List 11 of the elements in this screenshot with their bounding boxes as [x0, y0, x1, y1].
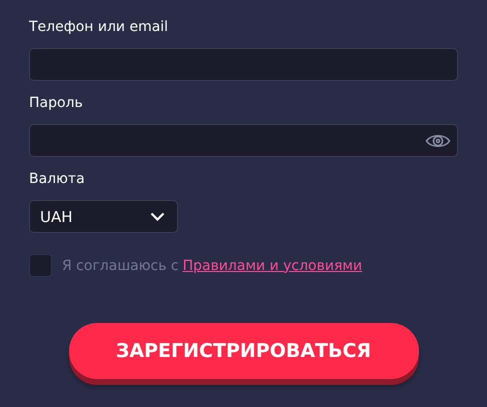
field-label: Пароль: [29, 94, 84, 113]
password-field[interactable]: [29, 124, 458, 157]
agreement-text: Я соглашаюсь с: [62, 258, 179, 274]
checkbox[interactable]: [29, 254, 52, 277]
field-label: Телефон или email: [29, 18, 170, 37]
input-field[interactable]: [29, 48, 458, 81]
terms-link[interactable]: Правилами и условиями: [182, 258, 362, 274]
register-button[interactable]: ЗАРЕГИСТРИРОВАТЬСЯ: [68, 323, 418, 379]
field-label: Валюта: [29, 170, 86, 189]
currency-select[interactable]: UAH: [29, 200, 178, 233]
chevron-down-icon: [150, 212, 165, 221]
